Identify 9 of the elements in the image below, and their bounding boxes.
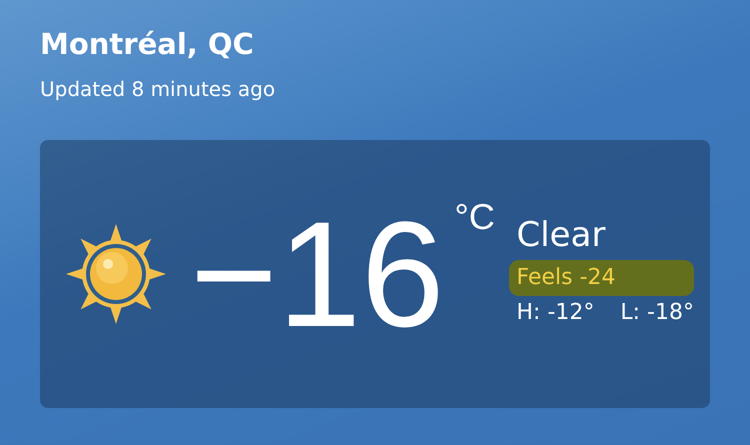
condition-text: Clear	[516, 214, 606, 256]
temperature: −16	[190, 199, 444, 349]
city-title: Montréal, QC	[40, 26, 255, 63]
low-temperature: L: -18°	[620, 300, 694, 324]
sun-icon	[66, 224, 166, 324]
feels-like: Feels -24	[508, 260, 694, 296]
temperature-unit: °C	[454, 196, 495, 238]
updated-time: Updated 8 minutes ago	[40, 76, 276, 103]
high-temperature: H: -12°	[516, 300, 594, 324]
